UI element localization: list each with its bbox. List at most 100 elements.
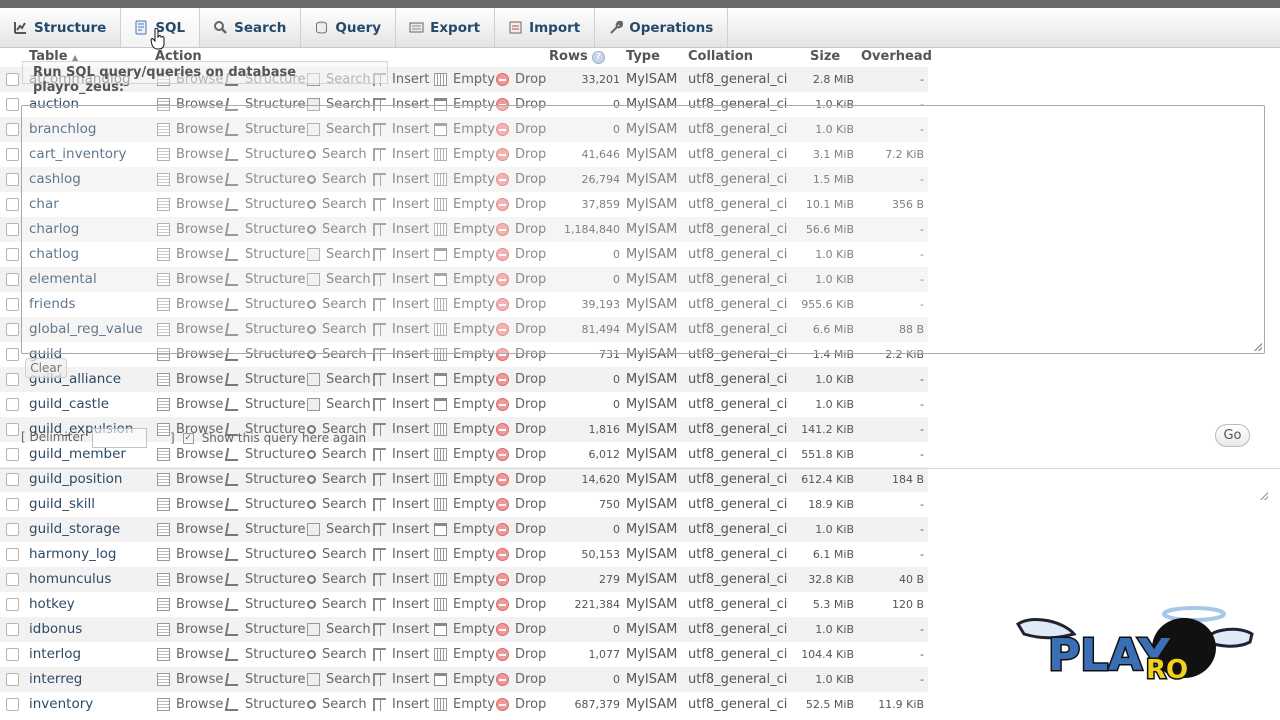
empty-action[interactable]: Empty <box>434 597 495 612</box>
empty-action[interactable]: Empty <box>434 622 495 637</box>
empty-action[interactable]: Empty <box>434 197 495 212</box>
empty-action[interactable]: Empty <box>434 422 495 437</box>
table-name-link[interactable]: friends <box>29 296 76 312</box>
empty-action[interactable]: Empty <box>434 322 495 337</box>
row-checkbox[interactable] <box>6 323 19 336</box>
row-checkbox[interactable] <box>6 573 19 586</box>
empty-action[interactable]: Empty <box>434 547 495 562</box>
insert-action[interactable]: Insert <box>373 372 429 387</box>
structure-action[interactable]: Structure <box>224 472 305 487</box>
insert-action[interactable]: Insert <box>373 522 429 537</box>
browse-action[interactable]: Browse <box>157 322 223 337</box>
empty-action[interactable]: Empty <box>434 697 495 712</box>
empty-action[interactable]: Empty <box>434 147 495 162</box>
drop-action[interactable]: Drop <box>496 472 546 487</box>
structure-action[interactable]: Structure <box>224 397 305 412</box>
row-checkbox[interactable] <box>6 248 19 261</box>
insert-action[interactable]: Insert <box>373 347 429 362</box>
drop-action[interactable]: Drop <box>496 497 546 512</box>
empty-action[interactable]: Empty <box>434 447 495 462</box>
insert-action[interactable]: Insert <box>373 197 429 212</box>
row-checkbox[interactable] <box>6 473 19 486</box>
empty-action[interactable]: Empty <box>434 247 495 262</box>
table-name-link[interactable]: guild_position <box>29 471 122 487</box>
insert-action[interactable]: Insert <box>373 272 429 287</box>
browse-action[interactable]: Browse <box>157 347 223 362</box>
structure-action[interactable]: Structure <box>224 122 305 137</box>
empty-action[interactable]: Empty <box>434 272 495 287</box>
table-name-link[interactable]: chatlog <box>29 246 79 262</box>
insert-action[interactable]: Insert <box>373 97 429 112</box>
search-action[interactable]: Search <box>307 397 371 412</box>
table-name-link[interactable]: cart_inventory <box>29 146 127 162</box>
table-name-link[interactable]: guild_skill <box>29 496 95 512</box>
structure-action[interactable]: Structure <box>224 297 305 312</box>
show-query-checkbox[interactable]: ✓ <box>182 432 194 444</box>
insert-action[interactable]: Insert <box>373 622 429 637</box>
search-action[interactable]: Search <box>307 147 367 162</box>
browse-action[interactable]: Browse <box>157 697 223 712</box>
drop-action[interactable]: Drop <box>496 122 546 137</box>
empty-action[interactable]: Empty <box>434 297 495 312</box>
row-checkbox[interactable] <box>6 98 19 111</box>
search-action[interactable]: Search <box>307 522 371 537</box>
search-action[interactable]: Search <box>307 647 367 662</box>
table-name-link[interactable]: hotkey <box>29 596 75 612</box>
drop-action[interactable]: Drop <box>496 72 546 87</box>
table-name-link[interactable]: idbonus <box>29 621 82 637</box>
search-action[interactable]: Search <box>307 247 371 262</box>
structure-action[interactable]: Structure <box>224 322 305 337</box>
row-checkbox[interactable] <box>6 548 19 561</box>
insert-action[interactable]: Insert <box>373 547 429 562</box>
delimiter-input[interactable] <box>92 428 147 448</box>
empty-action[interactable]: Empty <box>434 122 495 137</box>
table-name-link[interactable]: elemental <box>29 271 97 287</box>
structure-action[interactable]: Structure <box>224 147 305 162</box>
drop-action[interactable]: Drop <box>496 622 546 637</box>
table-name-link[interactable]: interreg <box>29 671 82 687</box>
browse-action[interactable]: Browse <box>157 97 223 112</box>
drop-action[interactable]: Drop <box>496 372 546 387</box>
empty-action[interactable]: Empty <box>434 72 495 87</box>
insert-action[interactable]: Insert <box>373 572 429 587</box>
table-name-link[interactable]: charlog <box>29 221 79 237</box>
empty-action[interactable]: Empty <box>434 497 495 512</box>
browse-action[interactable]: Browse <box>157 672 223 687</box>
table-name-link[interactable]: global_reg_value <box>29 321 143 337</box>
browse-action[interactable]: Browse <box>157 222 223 237</box>
tab-structure[interactable]: Structure <box>0 8 122 47</box>
structure-action[interactable]: Structure <box>224 272 305 287</box>
row-checkbox[interactable] <box>6 173 19 186</box>
browse-action[interactable]: Browse <box>157 622 223 637</box>
table-name-link[interactable]: guild_storage <box>29 521 120 537</box>
insert-action[interactable]: Insert <box>373 122 429 137</box>
row-checkbox[interactable] <box>6 673 19 686</box>
drop-action[interactable]: Drop <box>496 572 546 587</box>
browse-action[interactable]: Browse <box>157 122 223 137</box>
structure-action[interactable]: Structure <box>224 547 305 562</box>
drop-action[interactable]: Drop <box>496 547 546 562</box>
search-action[interactable]: Search <box>307 222 367 237</box>
search-action[interactable]: Search <box>307 597 367 612</box>
row-checkbox[interactable] <box>6 648 19 661</box>
insert-action[interactable]: Insert <box>373 597 429 612</box>
tab-operations[interactable]: Operations <box>595 8 729 47</box>
browse-action[interactable]: Browse <box>157 397 223 412</box>
browse-action[interactable]: Browse <box>157 572 223 587</box>
table-name-link[interactable]: cashlog <box>29 171 81 187</box>
table-name-link[interactable]: guild_castle <box>29 396 109 412</box>
insert-action[interactable]: Insert <box>373 422 429 437</box>
browse-action[interactable]: Browse <box>157 147 223 162</box>
drop-action[interactable]: Drop <box>496 647 546 662</box>
insert-action[interactable]: Insert <box>373 697 429 712</box>
search-action[interactable]: Search <box>307 697 367 712</box>
insert-action[interactable]: Insert <box>373 397 429 412</box>
empty-action[interactable]: Empty <box>434 472 495 487</box>
search-action[interactable]: Search <box>307 472 367 487</box>
row-checkbox[interactable] <box>6 623 19 636</box>
row-checkbox[interactable] <box>6 223 19 236</box>
structure-action[interactable]: Structure <box>224 522 305 537</box>
search-action[interactable]: Search <box>307 297 367 312</box>
header-size[interactable]: Size <box>810 49 840 64</box>
help-icon[interactable]: ? <box>592 51 605 64</box>
